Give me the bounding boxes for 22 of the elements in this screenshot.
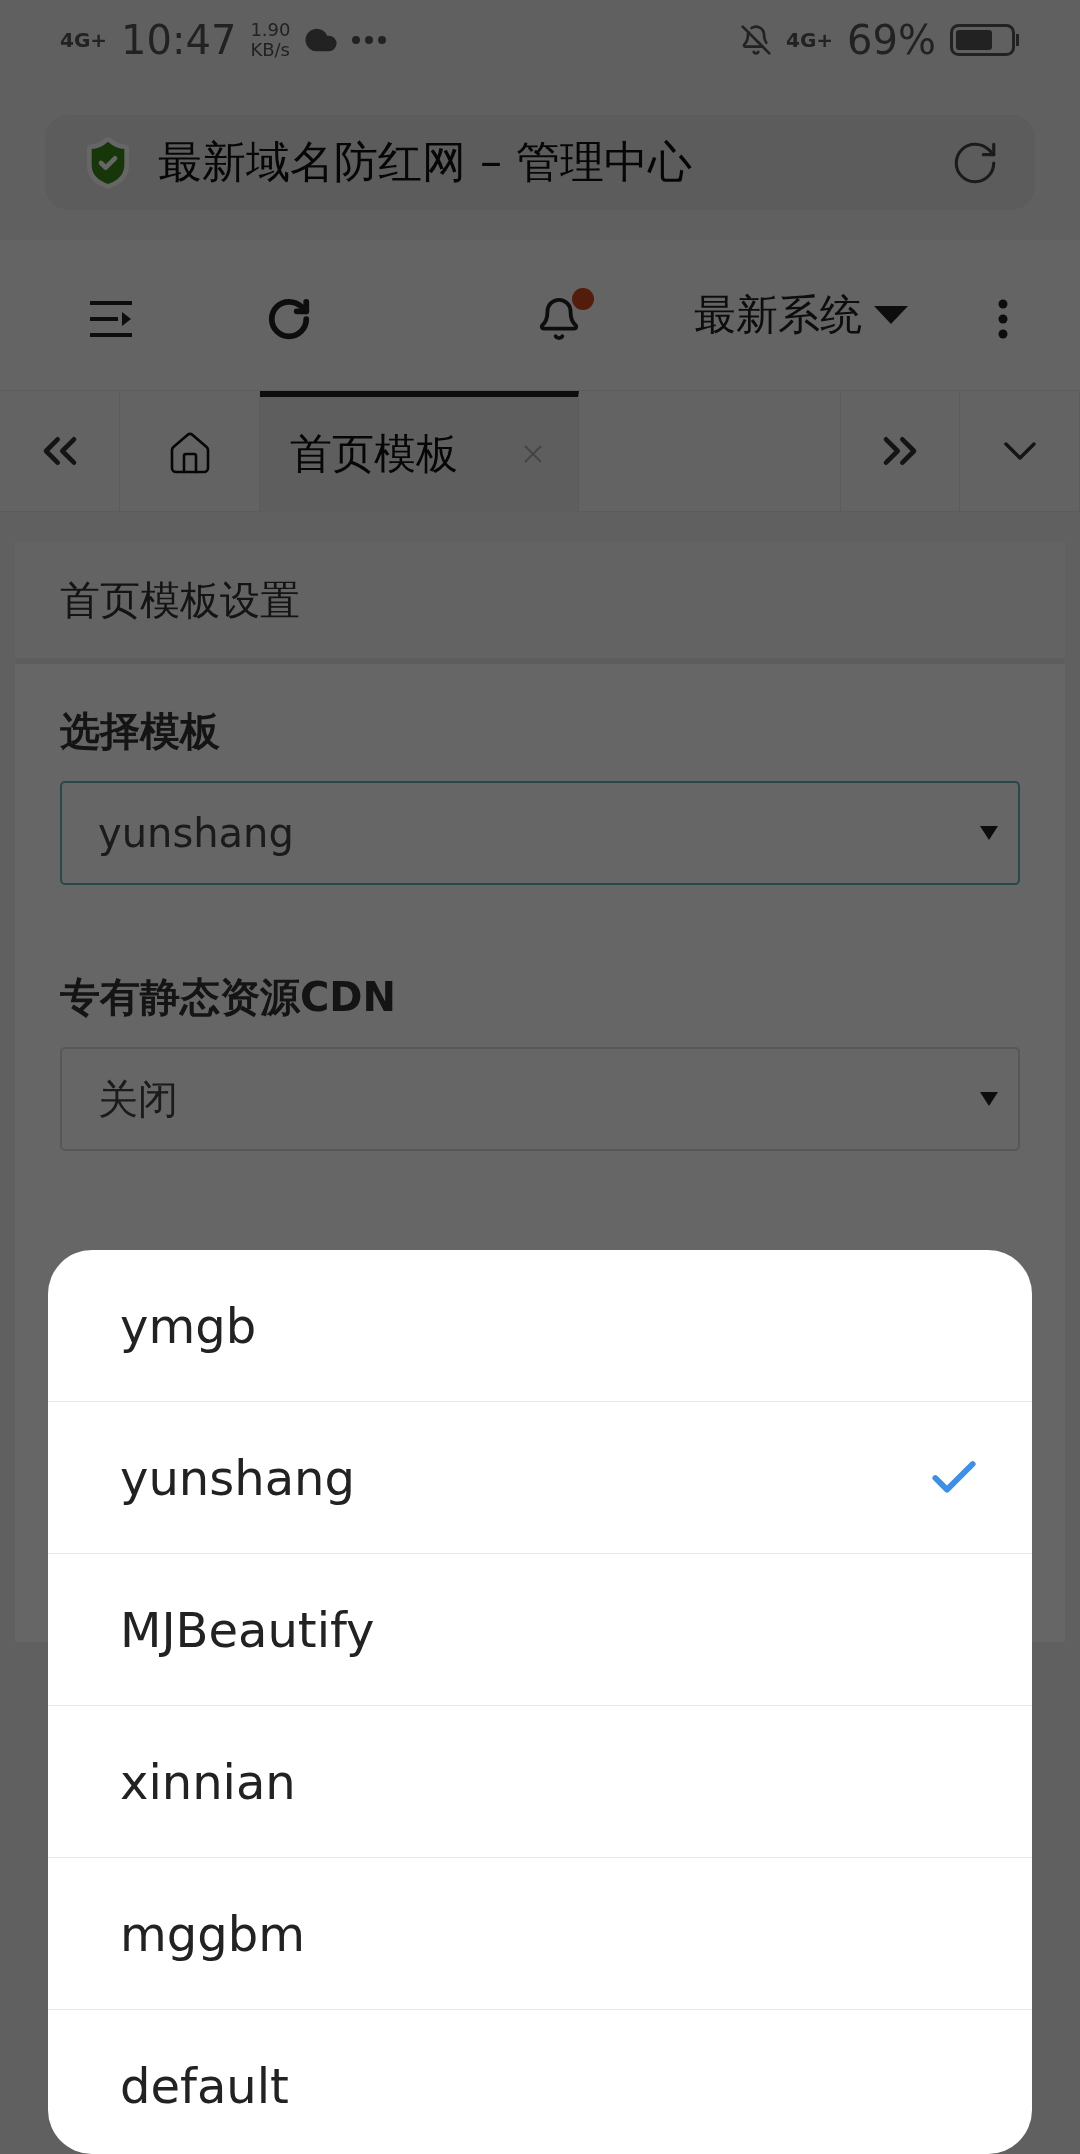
option-item[interactable]: mggbm (48, 1858, 1032, 2010)
field-label: 专有静态资源CDN (60, 973, 398, 1022)
network-label: 4G+ (60, 28, 108, 52)
option-item[interactable]: ymgb (48, 1250, 1032, 1402)
muted-bell-icon (740, 24, 772, 56)
option-item[interactable]: MJBeautify (48, 1554, 1032, 1706)
caret-icon (980, 1092, 998, 1106)
scroll-right-button[interactable] (840, 391, 960, 511)
field-label: 选择模板 (60, 707, 221, 756)
caret-icon (874, 306, 908, 324)
battery-percent: 69% (847, 17, 936, 63)
network-label: 4G+ (786, 28, 834, 52)
more-icon (352, 36, 387, 44)
caret-icon (980, 826, 998, 840)
option-item[interactable]: yunshang (48, 1402, 1032, 1554)
time: 10:47 (121, 17, 237, 63)
option-item[interactable]: default (48, 2010, 1032, 2154)
battery-icon (950, 24, 1020, 56)
kebab-icon (998, 299, 1008, 339)
option-item[interactable]: xinnian (48, 1706, 1032, 1858)
network-speed: 1.90 KB/s (250, 20, 291, 60)
page-title: 最新域名防红网 – 管理中心 (158, 135, 693, 189)
